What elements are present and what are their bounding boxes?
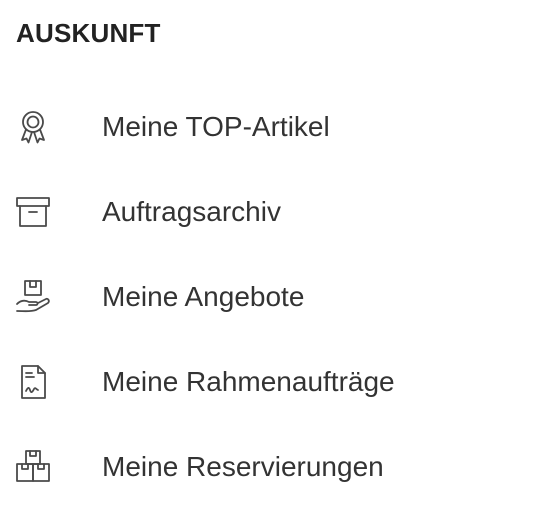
menu-item-angebote[interactable]: Meine Angebote: [0, 266, 542, 326]
section-heading: AUSKUNFT: [16, 18, 161, 48]
hand-package-icon: [14, 278, 52, 316]
menu-item-reservierungen[interactable]: Meine Reservierungen: [0, 436, 542, 496]
menu-item-label: Meine Reservierungen: [102, 451, 384, 482]
menu-item-label: Meine Rahmenaufträge: [102, 366, 395, 397]
menu-item-label: Meine Angebote: [102, 281, 305, 312]
menu-item-rahmenauftraege[interactable]: Meine Rahmenaufträge: [0, 351, 542, 411]
menu-item-label: Meine TOP-Artikel: [102, 111, 330, 142]
menu-item-label: Auftragsarchiv: [102, 196, 281, 227]
auskunft-section: AUSKUNFT Meine TOP-Artikel Auftragsarchi…: [0, 0, 542, 528]
contract-document-icon: [14, 363, 52, 401]
stacked-boxes-icon: [14, 448, 52, 486]
archive-box-icon: [14, 193, 52, 231]
menu-item-auftragsarchiv[interactable]: Auftragsarchiv: [0, 181, 542, 241]
award-ribbon-icon: [14, 108, 52, 146]
menu-item-top-artikel[interactable]: Meine TOP-Artikel: [0, 96, 542, 156]
